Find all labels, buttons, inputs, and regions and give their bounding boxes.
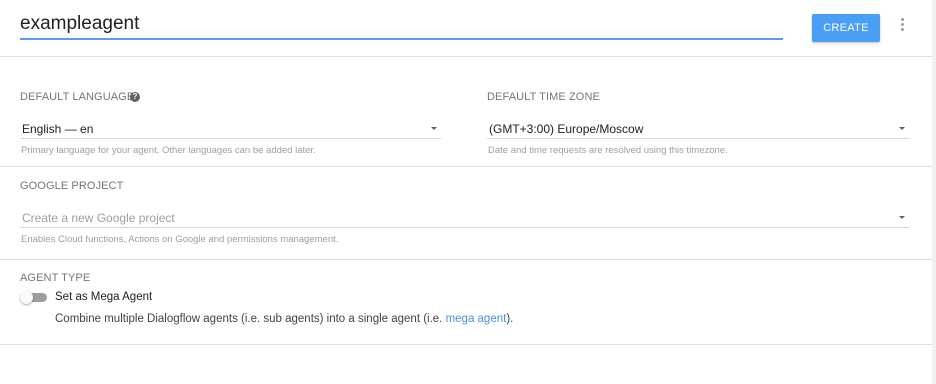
timezone-value: (GMT+3:00) Europe/Moscow	[489, 122, 644, 136]
timezone-select[interactable]: (GMT+3:00) Europe/Moscow	[487, 117, 909, 139]
agent-type-label: AGENT TYPE	[20, 272, 91, 284]
toggle-thumb	[20, 291, 33, 304]
mega-agent-link[interactable]: mega agent	[446, 313, 507, 325]
default-timezone-label: DEFAULT TIME ZONE	[487, 91, 600, 103]
google-project-select[interactable]: Create a new Google project	[20, 206, 909, 228]
agent-name-input[interactable]	[20, 14, 783, 40]
language-value: English — en	[22, 122, 94, 136]
mega-agent-toggle-label: Set as Mega Agent	[55, 291, 153, 303]
mega-agent-toggle[interactable]	[20, 291, 48, 304]
mega-agent-description: Combine multiple Dialogflow agents (i.e.…	[55, 313, 513, 325]
google-project-label: GOOGLE PROJECT	[20, 180, 124, 192]
agent-header: CREATE	[0, 0, 932, 57]
create-button[interactable]: CREATE	[812, 14, 880, 42]
default-language-label: DEFAULT LANGUAGE	[20, 91, 135, 103]
help-icon[interactable]: ?	[130, 92, 140, 102]
language-hint: Primary language for your agent. Other l…	[21, 145, 316, 156]
dropdown-arrow-icon	[899, 216, 905, 219]
language-select[interactable]: English — en	[20, 117, 441, 139]
create-agent-page: CREATE DEFAULT LANGUAGE ? English — en P…	[0, 0, 936, 384]
google-project-hint: Enables Cloud functions, Actions on Goog…	[21, 234, 339, 245]
dropdown-arrow-icon	[431, 127, 437, 130]
google-project-section: GOOGLE PROJECT Create a new Google proje…	[0, 167, 932, 260]
agent-type-section: AGENT TYPE Set as Mega Agent Combine mul…	[0, 260, 932, 345]
more-vert-icon[interactable]	[898, 18, 906, 34]
google-project-placeholder: Create a new Google project	[22, 211, 175, 225]
language-timezone-section: DEFAULT LANGUAGE ? English — en Primary …	[0, 57, 932, 167]
timezone-hint: Date and time requests are resolved usin…	[488, 145, 728, 156]
scrollbar-track[interactable]	[932, 0, 936, 384]
description-text: Combine multiple Dialogflow agents (i.e.…	[55, 313, 446, 325]
description-suffix: ).	[506, 313, 514, 325]
dropdown-arrow-icon	[899, 127, 905, 130]
